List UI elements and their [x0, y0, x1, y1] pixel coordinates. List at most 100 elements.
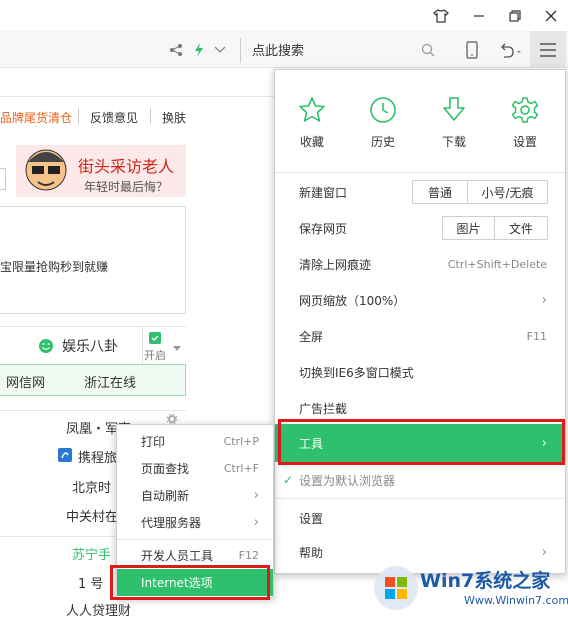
menu-item-default-browser[interactable]: ✓ 设置为默认浏览器 [275, 462, 565, 498]
search-input[interactable]: 点此搜索 [252, 40, 304, 59]
divider [0, 410, 186, 411]
shortcut-label: Ctrl+F [223, 462, 259, 475]
divider [0, 96, 274, 97]
nav-link-skin[interactable]: 换肤 [162, 109, 186, 126]
chevron-right-icon: › [253, 488, 259, 503]
menu-item-settings[interactable]: 设置 [275, 500, 565, 536]
menu-item-label: 设置为默认浏览器 [299, 473, 396, 488]
submenu-item-label: 页面查找 [141, 462, 190, 476]
divider [150, 108, 151, 124]
chevron-down-icon[interactable] [210, 31, 230, 68]
submenu-item-label: Internet选项 [141, 576, 213, 590]
new-window-normal-button[interactable]: 普通 [412, 180, 468, 204]
chevron-down-icon[interactable] [173, 341, 181, 355]
list-item[interactable]: 携程旅 [78, 447, 117, 466]
channel-label[interactable]: 娱乐八卦 [62, 336, 118, 356]
save-file-button[interactable]: 文件 [495, 216, 548, 240]
quick-downloads[interactable]: 下载 [424, 92, 484, 150]
chevron-right-icon: › [541, 292, 547, 308]
submenu-item-devtools[interactable]: 开发人员工具 F12 [117, 542, 273, 569]
menu-item-zoom[interactable]: 网页缩放（100%） › [275, 282, 565, 318]
menu-item-label: 广告拦截 [299, 401, 348, 416]
watermark: Win7系统之家 Www.Winwin7.com [372, 560, 568, 612]
refresh-icon [148, 331, 162, 348]
star-icon [299, 97, 325, 122]
main-menu: 收藏 历史 下载 设置 新建窗口 普通 小号/无痕 保存网页 图片 文件 清除上… [274, 69, 566, 574]
submenu-item-print[interactable]: 打印 Ctrl+P [117, 428, 273, 455]
list-item[interactable]: 北京时 [72, 477, 111, 496]
quick-favorites[interactable]: 收藏 [282, 92, 342, 150]
submenu-item-proxy[interactable]: 代理服务器 › [117, 509, 273, 536]
skin-icon[interactable] [424, 0, 458, 31]
menu-item-label: 网页缩放（100%） [299, 293, 406, 308]
quick-settings[interactable]: 设置 [495, 92, 555, 150]
lightning-icon[interactable] [190, 31, 208, 68]
nav-link-outlet[interactable]: 品牌尾货清仓 [0, 109, 72, 126]
menu-item-label: 保存网页 [299, 221, 348, 236]
list-item[interactable]: 1 号 [78, 573, 103, 592]
link-zhejiang[interactable]: 浙江在线 [84, 372, 136, 391]
chevron-right-icon: › [541, 544, 547, 560]
menu-item-label: 新建窗口 [299, 185, 348, 200]
shortcut-label: Ctrl+Shift+Delete [447, 257, 547, 271]
mobile-icon[interactable] [462, 31, 482, 68]
promo-text[interactable]: 宝限量抢购秒到就赚 [0, 258, 108, 275]
submenu-item-label: 代理服务器 [141, 516, 202, 530]
menu-separator [275, 498, 565, 499]
ad-subtitle[interactable]: 年轻时最后悔？ [84, 178, 168, 195]
tools-submenu: 打印 Ctrl+P 页面查找 Ctrl+F 自动刷新 › 代理服务器 › 开发人… [116, 424, 274, 598]
save-image-button[interactable]: 图片 [442, 216, 495, 240]
quick-label: 下载 [441, 135, 466, 149]
menu-item-label: 设置 [299, 511, 324, 526]
download-icon [443, 97, 465, 121]
new-window-private-button[interactable]: 小号/无痕 [468, 180, 548, 204]
cartoon-face-icon [18, 140, 74, 198]
menu-item-adblock[interactable]: 广告拦截 [275, 390, 565, 426]
divider [78, 108, 79, 124]
quick-label: 设置 [512, 135, 537, 149]
ctrip-icon [58, 448, 72, 465]
list-item[interactable]: 人人贷理财 [66, 600, 131, 619]
list-item[interactable]: 苏宁手 [72, 544, 111, 563]
shortcut-label: Ctrl+P [223, 435, 259, 448]
menu-item-ie6-mode[interactable]: 切换到IE6多窗口模式 [275, 354, 565, 390]
submenu-item-find[interactable]: 页面查找 Ctrl+F [117, 455, 273, 482]
submenu-item-label: 打印 [141, 435, 166, 449]
input-edge [0, 168, 6, 190]
smile-icon [38, 338, 54, 357]
ad-title[interactable]: 街头采访老人 [78, 153, 174, 177]
quick-label: 收藏 [299, 135, 324, 149]
menu-item-label: 清除上网痕迹 [299, 257, 372, 272]
submenu-item-label: 自动刷新 [141, 489, 190, 503]
list-item[interactable]: 中关村在 [66, 506, 118, 525]
submenu-item-auto-refresh[interactable]: 自动刷新 › [117, 482, 273, 509]
undo-icon[interactable] [494, 31, 526, 68]
quick-history[interactable]: 历史 [353, 92, 413, 150]
menu-item-label: 帮助 [299, 545, 324, 560]
restore-button[interactable] [498, 0, 532, 31]
watermark-url: Www.Winwin7.com [464, 594, 568, 607]
chevron-right-icon: › [253, 515, 259, 530]
chevron-right-icon: › [541, 435, 547, 451]
minimize-button[interactable] [462, 0, 496, 31]
submenu-item-internet-options[interactable]: Internet选项 [117, 569, 273, 596]
menu-item-clear-traces[interactable]: 清除上网痕迹 Ctrl+Shift+Delete [275, 246, 565, 282]
menu-item-tools[interactable]: 工具 › [275, 424, 565, 462]
check-icon: ✓ [283, 473, 294, 487]
menu-separator [117, 539, 273, 540]
nav-link-feedback[interactable]: 反馈意见 [90, 109, 138, 126]
menu-item-fullscreen[interactable]: 全屏 F11 [275, 318, 565, 354]
clock-icon [370, 97, 396, 123]
gear-icon [511, 97, 539, 123]
close-button[interactable] [534, 0, 568, 31]
menu-item-label: 全屏 [299, 329, 324, 344]
shortcut-label: F11 [526, 329, 547, 343]
share-icon[interactable] [166, 31, 186, 68]
quick-label: 历史 [370, 135, 395, 149]
menu-item-label: 切换到IE6多窗口模式 [299, 365, 414, 380]
channel-toggle-label: 开启 [144, 349, 166, 362]
menu-button[interactable] [530, 31, 566, 68]
menu-item-label: 工具 [299, 436, 324, 451]
link-wangxin[interactable]: 网信网 [6, 372, 45, 391]
search-icon[interactable] [418, 31, 438, 68]
